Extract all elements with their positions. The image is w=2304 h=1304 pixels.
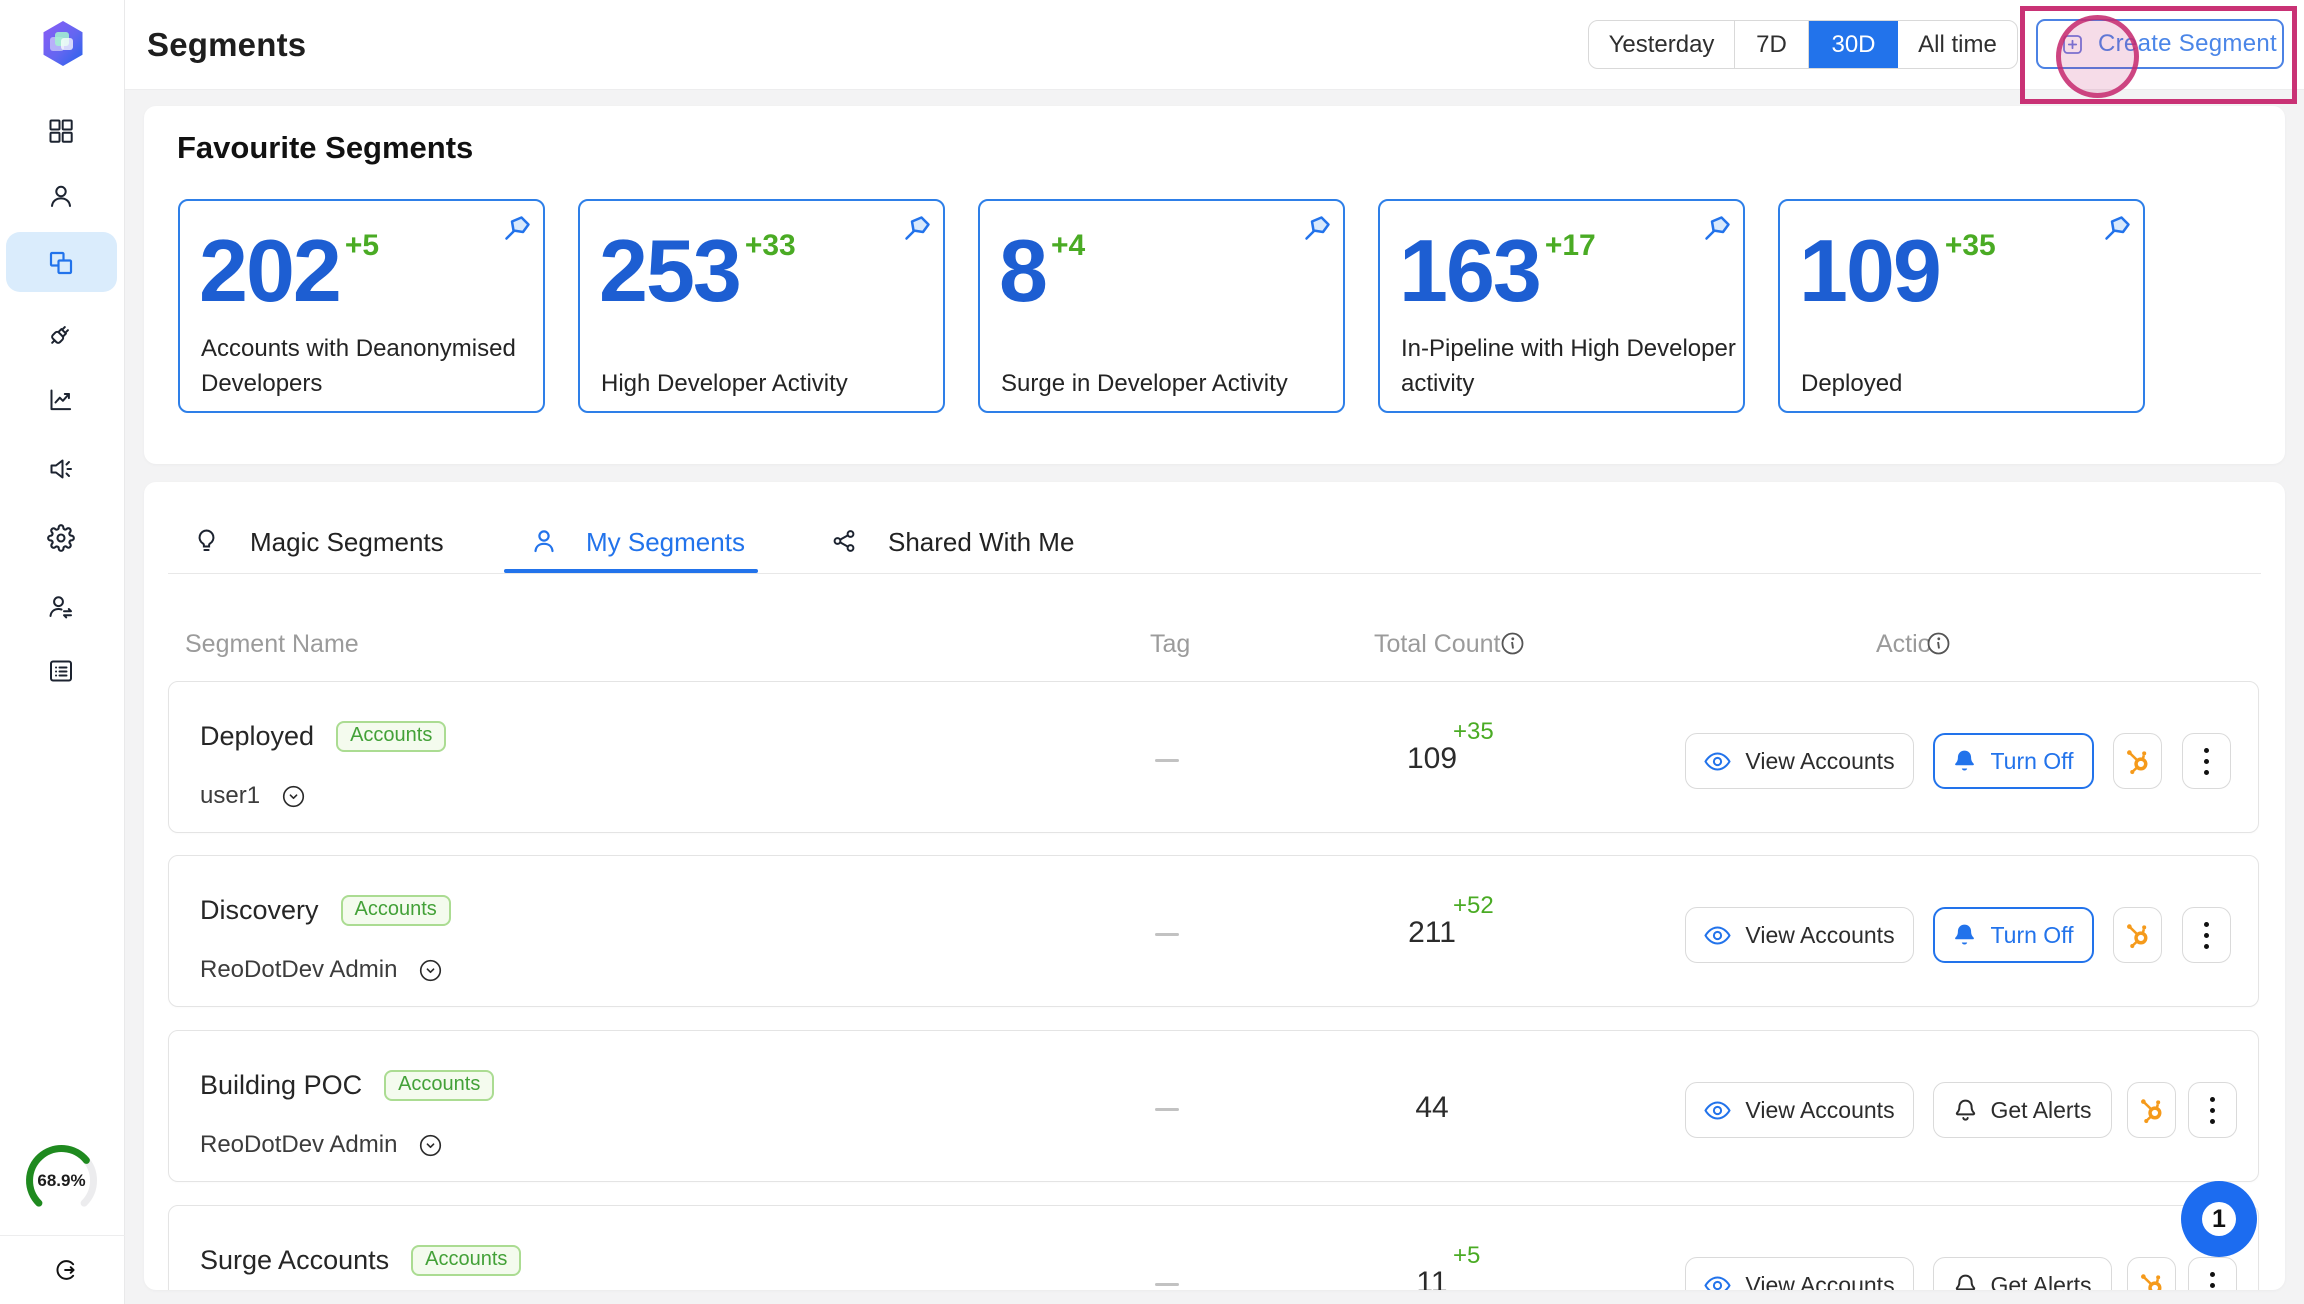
svg-text:68.9%: 68.9% [37,1171,85,1190]
